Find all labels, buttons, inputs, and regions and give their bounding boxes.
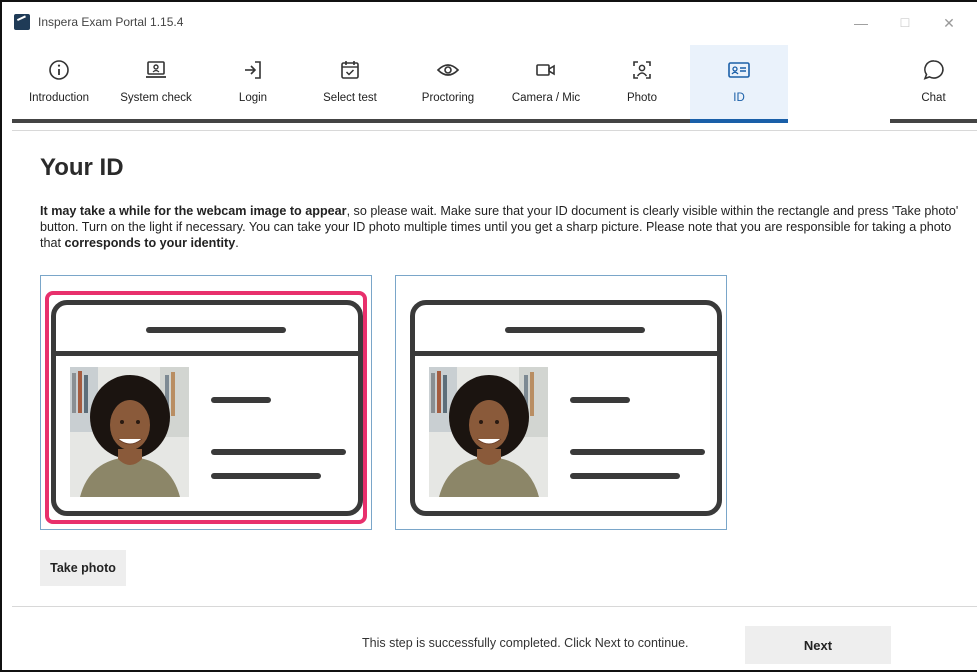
card-text-line bbox=[570, 449, 705, 455]
captured-photo-panel bbox=[395, 275, 727, 530]
card-text-line bbox=[570, 473, 680, 479]
step-label: Photo bbox=[626, 92, 658, 104]
step-id[interactable]: ID bbox=[690, 45, 788, 123]
id-card-icon bbox=[726, 57, 752, 83]
footer-divider bbox=[12, 606, 977, 607]
portrait-photo bbox=[429, 367, 548, 497]
card-text-line bbox=[570, 397, 630, 403]
step-introduction[interactable]: Introduction bbox=[12, 45, 106, 123]
window-controls: — ☐ ✕ bbox=[839, 12, 971, 34]
video-camera-icon bbox=[533, 57, 559, 83]
chat-bubble-icon bbox=[921, 57, 947, 83]
id-card-captured bbox=[410, 300, 722, 516]
step-camera-mic[interactable]: Camera / Mic bbox=[498, 45, 594, 123]
inspera-logo-icon bbox=[14, 14, 30, 30]
step-label: Introduction bbox=[28, 92, 90, 104]
step-label: Login bbox=[238, 92, 268, 104]
progress-bar-completed bbox=[12, 119, 788, 123]
step-label: System check bbox=[120, 92, 192, 104]
face-scan-icon bbox=[629, 57, 655, 83]
login-icon bbox=[240, 57, 266, 83]
card-header-line bbox=[505, 327, 645, 333]
step-proctoring[interactable]: Proctoring bbox=[400, 45, 496, 123]
take-photo-button[interactable]: Take photo bbox=[40, 550, 126, 586]
instructions-text-2: . bbox=[235, 236, 239, 250]
instructions-bold-2: corresponds to your identity bbox=[64, 236, 236, 250]
step-chat[interactable]: Chat bbox=[890, 45, 977, 123]
step-system-check[interactable]: System check bbox=[108, 45, 204, 123]
step-login[interactable]: Login bbox=[206, 45, 300, 123]
page-title: Your ID bbox=[40, 154, 124, 181]
capture-frame bbox=[45, 291, 367, 524]
instructions-bold-1: It may take a while for the webcam image… bbox=[40, 204, 347, 218]
progress-bar-active bbox=[690, 119, 788, 123]
webcam-preview-panel bbox=[40, 275, 372, 530]
maximize-button[interactable]: ☐ bbox=[883, 12, 927, 34]
step-navigation: Introduction System check Login Select t… bbox=[2, 45, 977, 125]
laptop-icon bbox=[143, 57, 169, 83]
step-label: ID bbox=[733, 92, 745, 104]
instructions-text: It may take a while for the webcam image… bbox=[40, 203, 960, 251]
progress-bar-chat bbox=[890, 119, 977, 123]
title-bar: Inspera Exam Portal 1.15.4 — ☐ ✕ bbox=[2, 2, 977, 42]
step-label: Camera / Mic bbox=[511, 92, 581, 104]
step-label: Proctoring bbox=[421, 92, 475, 104]
step-label: Chat bbox=[921, 92, 946, 104]
next-button[interactable]: Next bbox=[745, 626, 891, 664]
header-divider bbox=[12, 130, 977, 131]
card-divider bbox=[415, 351, 717, 356]
app-window: Inspera Exam Portal 1.15.4 — ☐ ✕ Introdu… bbox=[0, 0, 977, 672]
info-icon bbox=[46, 57, 72, 83]
step-select-test[interactable]: Select test bbox=[302, 45, 398, 123]
eye-icon bbox=[435, 57, 461, 83]
close-button[interactable]: ✕ bbox=[927, 12, 971, 34]
completion-status: This step is successfully completed. Cli… bbox=[362, 636, 689, 650]
step-label: Select test bbox=[323, 92, 377, 104]
calendar-check-icon bbox=[337, 57, 363, 83]
step-photo[interactable]: Photo bbox=[596, 45, 688, 123]
minimize-button[interactable]: — bbox=[839, 12, 883, 34]
window-title: Inspera Exam Portal 1.15.4 bbox=[38, 15, 184, 29]
